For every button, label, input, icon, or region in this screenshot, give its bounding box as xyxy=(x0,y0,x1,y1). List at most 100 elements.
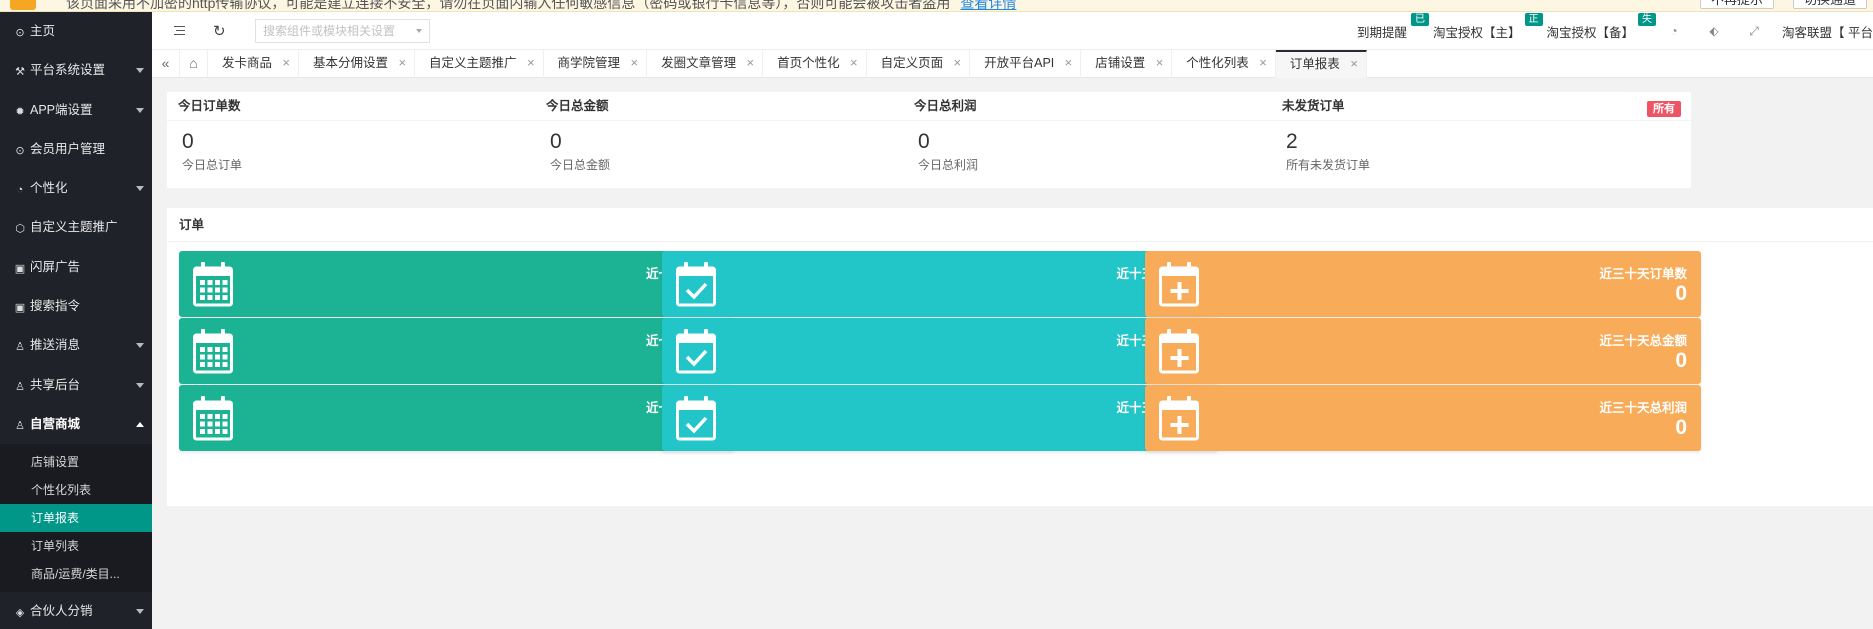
shield-icon: ⊙ xyxy=(15,144,25,157)
stat-value: 0 xyxy=(1675,282,1687,305)
stat-tile: 近七天订单数0 xyxy=(179,251,735,317)
notice-text: 该页面采用不加密的http传输协议，可能是建立连接不安全，请勿在页面内输入任何敏… xyxy=(66,0,951,11)
sidebar-subitem-0[interactable]: 店铺设置 xyxy=(0,448,152,476)
image-icon: ▣ xyxy=(14,262,26,275)
sidebar-item-label: 会员用户管理 xyxy=(30,141,106,156)
main-content: 今日订单数今天0今日总订单今日总金额今天0今日总金额今日总利润今天0今日总利润未… xyxy=(152,78,1873,629)
sidebar-item-8[interactable]: ♙ 推送消息 xyxy=(0,326,152,365)
sidebar-item-6[interactable]: ▣ 闪屏广告 xyxy=(0,248,152,287)
tab-0[interactable]: 发卡商品 × xyxy=(208,50,300,78)
taobao-auth-main[interactable]: 淘宝授权【主】正 xyxy=(1433,12,1543,41)
tab-label: 自定义主题推广 xyxy=(429,56,517,70)
chevron-down-icon xyxy=(416,29,422,33)
menu-toggle-icon[interactable] xyxy=(174,26,185,35)
chevron-down-icon xyxy=(136,609,144,615)
tab-bar: « ⌂ 发卡商品 × 基本分佣设置 × 自定义主题推广 × 商学院管理 × 发圈文章管理 × 首页个… xyxy=(152,50,1873,78)
refresh-icon[interactable]: ↻ xyxy=(213,22,226,40)
close-icon[interactable]: × xyxy=(1156,50,1164,76)
tab-label: 发卡商品 xyxy=(222,56,273,70)
tab-10[interactable]: 订单报表 × xyxy=(1275,50,1367,78)
tabs-scroll-left-icon[interactable]: « xyxy=(152,50,180,77)
close-icon[interactable]: × xyxy=(746,50,754,76)
calendar-plus-icon xyxy=(1158,261,1200,307)
tab-7[interactable]: 开放平台API × xyxy=(970,50,1082,78)
sidebar-subitem-1[interactable]: 个性化列表 xyxy=(0,476,152,504)
tab-4[interactable]: 发圈文章管理 × xyxy=(647,50,764,78)
chevron-down-icon xyxy=(136,343,144,349)
calendar-check-icon xyxy=(675,395,717,441)
notice-details-link[interactable]: 查看详情 xyxy=(960,0,1016,11)
stat-tile: 近十五天总金额0 xyxy=(662,318,1218,384)
dismiss-notice-button[interactable]: 不再提示 xyxy=(1700,0,1775,9)
close-icon[interactable]: × xyxy=(630,50,638,76)
close-icon[interactable]: × xyxy=(527,50,535,76)
sidebar-item-7[interactable]: ▣ 搜索指令 xyxy=(0,287,152,326)
shield-check-icon: ⊙ xyxy=(15,27,25,39)
tab-5[interactable]: 首页个性化 × xyxy=(763,50,867,78)
sidebar-subitem-4[interactable]: 商品/运费/类目... xyxy=(0,560,152,588)
calendar-check-icon xyxy=(675,261,717,307)
close-icon[interactable]: × xyxy=(1259,50,1267,76)
tab-8[interactable]: 店铺设置 × xyxy=(1081,50,1173,78)
sidebar-item-partner-distribution[interactable]: ◈ 合伙人分销 xyxy=(0,592,152,629)
close-icon[interactable]: × xyxy=(398,50,406,76)
stat-tile: 近三十天订单数 0 xyxy=(1145,251,1701,317)
sidebar-item-9[interactable]: ♙ 共享后台 xyxy=(0,366,152,405)
expiry-reminder[interactable]: 到期提醒已 xyxy=(1357,12,1429,41)
calendar-check-icon xyxy=(675,328,717,374)
top-header: ↻ 搜索组件或模块相关设置 到期提醒已 淘宝授权【主】正 淘宝授权【备】失 ◔ … xyxy=(152,12,1873,50)
tab-label: 首页个性化 xyxy=(777,56,840,70)
card-title: 未发货订单 xyxy=(1271,92,1691,121)
tab-2[interactable]: 自定义主题推广 × xyxy=(415,50,544,78)
sidebar-item-label: 自定义主题推广 xyxy=(30,220,118,235)
tab-label: 发圈文章管理 xyxy=(661,56,737,70)
user-icon: ♙ xyxy=(15,419,25,432)
tab-label: 个性化列表 xyxy=(1186,56,1249,70)
sidebar-item-3[interactable]: ⊙ 会员用户管理 xyxy=(0,130,152,169)
sidebar-item-0[interactable]: ⊙ 主页 xyxy=(0,12,152,51)
stat-tile: 近七天总金额0 xyxy=(179,318,735,384)
sidebar-item-label: 自营商城 xyxy=(30,416,81,431)
tab-6[interactable]: 自定义页面 × xyxy=(867,50,971,78)
expiry-badge: 已 xyxy=(1410,12,1429,26)
sidebar-item-2[interactable]: ✹ APP端设置 xyxy=(0,91,152,130)
tab-1[interactable]: 基本分佣设置 × xyxy=(299,50,416,78)
card-value: 0 xyxy=(182,130,194,153)
sidebar-subitem-3[interactable]: 订单列表 xyxy=(0,532,152,560)
switch-channel-button[interactable]: 切换通道 xyxy=(1793,0,1868,9)
module-search-select[interactable]: 搜索组件或模块相关设置 xyxy=(255,19,430,43)
stat-value: 0 xyxy=(1675,349,1687,372)
sidebar-item-5[interactable]: ⬡ 自定义主题推广 xyxy=(0,208,152,247)
summary-card-1: 今日总金额今天0今日总金额 xyxy=(535,92,955,188)
close-icon[interactable]: × xyxy=(954,50,962,76)
tag-icon[interactable]: ⬖ xyxy=(1706,23,1722,39)
sidebar-item-label: 搜索指令 xyxy=(30,299,81,314)
close-icon[interactable]: × xyxy=(850,50,858,76)
sidebar-item-label: 推送消息 xyxy=(30,338,81,353)
chevron-down-icon xyxy=(136,382,144,388)
sidebar-item-1[interactable]: ⚒ 平台系统设置 xyxy=(0,51,152,90)
fullscreen-icon[interactable]: ⤢ xyxy=(1746,23,1762,39)
orders-panel-title: 订单 xyxy=(167,208,1873,242)
calendar-plus-icon xyxy=(1158,328,1200,374)
home-tab-icon[interactable]: ⌂ xyxy=(180,50,208,77)
taobao-auth-backup[interactable]: 淘宝授权【备】失 xyxy=(1547,12,1657,41)
sidebar-item-label: 平台系统设置 xyxy=(30,63,106,78)
sidebar-item-10[interactable]: ♙ 自营商城 xyxy=(0,405,152,444)
theme-icon[interactable]: ◔ xyxy=(1666,23,1682,39)
close-icon[interactable]: × xyxy=(1350,52,1358,76)
auth-main-badge: 正 xyxy=(1524,12,1543,26)
tab-label: 店铺设置 xyxy=(1095,56,1146,70)
close-icon[interactable]: × xyxy=(282,50,290,76)
sidebar-subitem-2[interactable]: 订单报表 xyxy=(0,504,152,533)
alliance-menu[interactable]: 淘客联盟【 平台 xyxy=(1782,22,1873,41)
card-title: 今日总金额 xyxy=(535,92,955,121)
card-subtitle: 所有未发货订单 xyxy=(1286,158,1371,172)
tab-9[interactable]: 个性化列表 × xyxy=(1172,50,1276,78)
tab-3[interactable]: 商学院管理 × xyxy=(544,50,648,78)
close-icon[interactable]: × xyxy=(1065,50,1073,76)
sidebar-item-label: 主页 xyxy=(30,24,56,38)
sidebar-item-4[interactable]: ◔ 个性化 xyxy=(0,169,152,208)
calendar-grid-icon xyxy=(192,328,234,374)
sidebar-item-label: 合伙人分销 xyxy=(30,604,93,619)
